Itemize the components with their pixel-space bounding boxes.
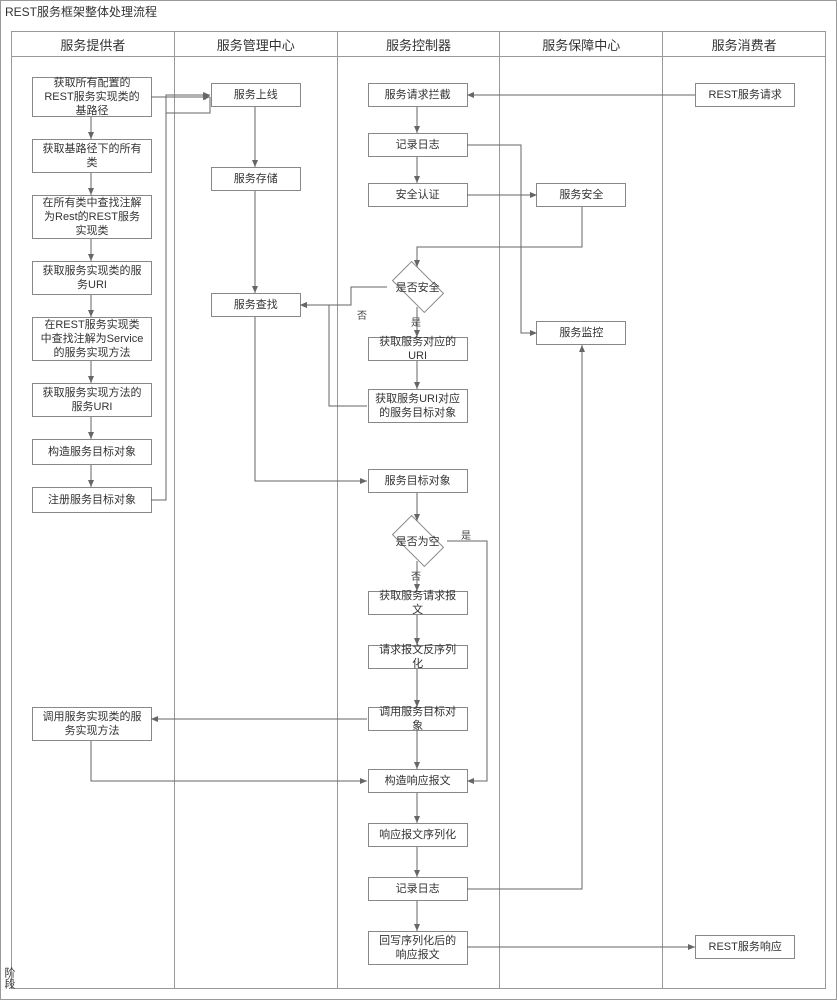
box-g1: 服务安全 — [536, 183, 626, 207]
box-p1: 获取所有配置的REST服务实现类的基路径 — [32, 77, 152, 117]
lane-guard: 服务安全 服务监控 — [500, 57, 663, 988]
box-p6: 获取服务实现方法的服务URI — [32, 383, 152, 417]
decision-d2: 是否为空 — [386, 521, 450, 561]
box-c6: 服务目标对象 — [368, 469, 468, 493]
box-c4: 获取服务对应的URI — [368, 337, 468, 361]
label-d2-yes: 是 — [461, 527, 471, 542]
label-d1-yes: 是 — [411, 314, 421, 329]
box-g2: 服务监控 — [536, 321, 626, 345]
box-p4: 获取服务实现类的服务URI — [32, 261, 152, 295]
side-label: 阶段 — [1, 967, 17, 989]
box-p3: 在所有类中查找注解为Rest的REST服务实现类 — [32, 195, 152, 239]
lane-consumer: REST服务请求 REST服务响应 — [663, 57, 825, 988]
box-c5: 获取服务URI对应的服务目标对象 — [368, 389, 468, 423]
box-c10: 构造响应报文 — [368, 769, 468, 793]
box-c1: 服务请求拦截 — [368, 83, 468, 107]
box-c3: 安全认证 — [368, 183, 468, 207]
decision-d1: 是否安全 — [386, 267, 450, 307]
lane-mgmt: 服务上线 服务存储 服务查找 — [175, 57, 338, 988]
box-p8: 注册服务目标对象 — [32, 487, 152, 513]
box-p5: 在REST服务实现类中查找注解为Service的服务实现方法 — [32, 317, 152, 361]
lane-header-guard: 服务保障中心 — [500, 31, 663, 57]
flowchart-container: REST服务框架整体处理流程 服务提供者 服务管理中心 服务控制器 服务保障中心… — [0, 0, 837, 1000]
box-m2: 服务存储 — [211, 167, 301, 191]
box-c9: 调用服务目标对象 — [368, 707, 468, 731]
lane-header-provider: 服务提供者 — [11, 31, 175, 57]
box-p2: 获取基路径下的所有类 — [32, 139, 152, 173]
lane-header-consumer: 服务消费者 — [663, 31, 826, 57]
label-d2-no: 否 — [411, 568, 421, 583]
box-c12: 记录日志 — [368, 877, 468, 901]
swimlane-headers: 服务提供者 服务管理中心 服务控制器 服务保障中心 服务消费者 — [11, 31, 826, 57]
label-d1-no: 否 — [357, 307, 367, 322]
box-m1: 服务上线 — [211, 83, 301, 107]
box-u2: REST服务响应 — [695, 935, 795, 959]
box-c7: 获取服务请求报文 — [368, 591, 468, 615]
box-m3: 服务查找 — [211, 293, 301, 317]
box-p9: 调用服务实现类的服务实现方法 — [32, 707, 152, 741]
lane-header-ctrl: 服务控制器 — [338, 31, 501, 57]
lane-provider: 获取所有配置的REST服务实现类的基路径 获取基路径下的所有类 在所有类中查找注… — [12, 57, 175, 988]
box-c8: 请求报文反序列化 — [368, 645, 468, 669]
lane-header-mgmt: 服务管理中心 — [175, 31, 338, 57]
box-c2: 记录日志 — [368, 133, 468, 157]
diagram-title: REST服务框架整体处理流程 — [5, 3, 157, 20]
lane-ctrl: 服务请求拦截 记录日志 安全认证 是否安全 获取服务对应的URI 获取服务URI… — [338, 57, 501, 988]
box-u1: REST服务请求 — [695, 83, 795, 107]
box-c13: 回写序列化后的响应报文 — [368, 931, 468, 965]
swimlane-body: 获取所有配置的REST服务实现类的基路径 获取基路径下的所有类 在所有类中查找注… — [11, 57, 826, 989]
box-p7: 构造服务目标对象 — [32, 439, 152, 465]
box-c11: 响应报文序列化 — [368, 823, 468, 847]
